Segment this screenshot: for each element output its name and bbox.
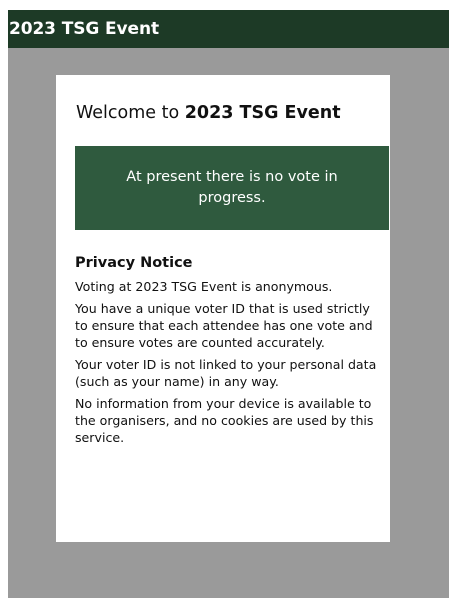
header-title: 2023 TSG Event bbox=[9, 19, 159, 39]
vote-status-message: At present there is no vote in progress. bbox=[126, 169, 338, 206]
privacy-paragraph-voter-id: You have a unique voter ID that is used … bbox=[75, 301, 373, 350]
privacy-heading: Privacy Notice bbox=[75, 255, 193, 271]
welcome-prefix: Welcome to bbox=[76, 103, 185, 123]
privacy-notice: Privacy Notice Voting at 2023 TSG Event … bbox=[75, 255, 385, 451]
event-name: 2023 TSG Event bbox=[184, 103, 341, 123]
privacy-paragraph-anonymous: Voting at 2023 TSG Event is anonymous. bbox=[75, 279, 333, 294]
welcome-card: Welcome to 2023 TSG Event At present the… bbox=[56, 75, 390, 542]
privacy-paragraph-not-linked: Your voter ID is not linked to your pers… bbox=[75, 357, 377, 389]
welcome-heading: Welcome to 2023 TSG Event bbox=[76, 103, 376, 123]
app-header: 2023 TSG Event bbox=[8, 10, 449, 48]
vote-status-banner: At present there is no vote in progress. bbox=[75, 146, 389, 230]
app-frame: 2023 TSG Event Welcome to 2023 TSG Event… bbox=[8, 10, 449, 598]
privacy-paragraph-no-cookies: No information from your device is avail… bbox=[75, 396, 374, 445]
